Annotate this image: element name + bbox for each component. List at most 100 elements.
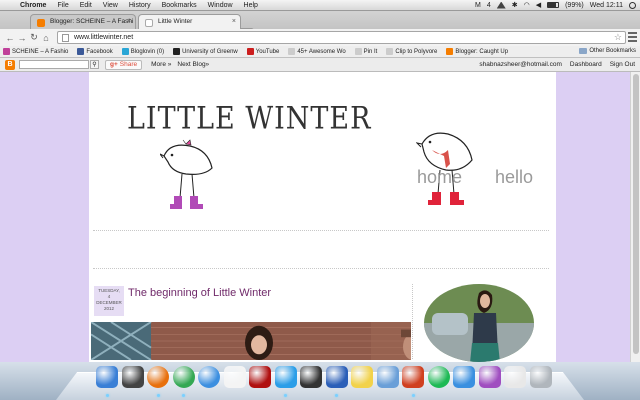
bookmark-university[interactable]: University of Greenw (173, 48, 238, 55)
bookmark-bloglovin[interactable]: Bloglovin (0) (121, 48, 164, 55)
menu-view[interactable]: View (103, 2, 118, 9)
profile-photo[interactable] (424, 284, 534, 362)
remote-desktop-icon[interactable] (402, 366, 424, 388)
page-icon (386, 48, 394, 55)
preview-icon[interactable] (376, 366, 399, 388)
wifi-icon[interactable]: ◠ (524, 1, 530, 9)
bookmark-blogger[interactable]: Blogger: Caught Up (446, 48, 508, 55)
status-initial[interactable]: M (475, 2, 481, 9)
volume-icon[interactable]: ◀ (536, 1, 541, 9)
post-year: 2012 (103, 306, 114, 311)
menu-bookmarks[interactable]: Bookmarks (162, 2, 197, 9)
back-icon[interactable]: ← (4, 33, 16, 43)
youtube-icon (246, 48, 254, 55)
photo-booth-icon[interactable] (249, 366, 271, 388)
menu-file[interactable]: File (57, 2, 68, 9)
post-title-link[interactable]: The beginning of Little Winter (128, 287, 271, 299)
running-indicator (156, 394, 160, 397)
tab-little-winter[interactable]: Little Winter × (138, 14, 241, 29)
tab-blogger[interactable]: Blogger: SCHEINE – A Fashi × (30, 14, 136, 29)
search-icon[interactable]: ⚲ (90, 60, 99, 69)
bookmark-polyvore[interactable]: Clip to Polyvore (386, 48, 437, 55)
bookmark-star-icon[interactable]: ☆ (614, 32, 622, 43)
blogger-icon (446, 48, 454, 55)
university-icon (173, 48, 181, 55)
running-indicator (411, 394, 415, 397)
battery-icon[interactable] (547, 2, 560, 8)
share-button[interactable]: g+ Share (105, 59, 143, 70)
bookmark-label: Pin It (363, 48, 378, 55)
blog-title[interactable]: LITTLE WINTER (127, 101, 371, 137)
bookmark-label: SCHEINE – A Fashio (12, 48, 69, 55)
time-machine-icon[interactable] (496, 1, 506, 9)
folder-icon (579, 48, 588, 54)
page-icon (288, 48, 296, 55)
dropbox-icon[interactable] (453, 366, 475, 388)
address-bar[interactable]: www.littlewinter.net ☆ (57, 31, 626, 44)
menu-icon[interactable] (628, 32, 637, 42)
dashboard-icon[interactable] (121, 366, 144, 388)
camera-icon[interactable] (300, 366, 322, 388)
running-indicator (105, 394, 109, 397)
tweetdeck-icon[interactable] (274, 366, 297, 388)
tab-label: Blogger: SCHEINE – A Fashi (50, 18, 134, 25)
forward-icon[interactable]: → (16, 33, 28, 43)
close-icon[interactable]: × (127, 18, 131, 25)
itunes-icon[interactable] (198, 366, 220, 388)
bookmark-label: University of Greenw (182, 48, 238, 55)
sign-out-link[interactable]: Sign Out (610, 61, 635, 68)
scrollbar-thumb[interactable] (633, 74, 639, 354)
left-bird-illustration (160, 139, 213, 209)
app-menu[interactable]: Chrome (20, 2, 46, 9)
nav-hello-link[interactable]: hello (495, 167, 533, 188)
bookmark-facebook[interactable]: Facebook (77, 48, 113, 55)
home-icon[interactable]: ⌂ (40, 33, 52, 43)
battery-percent: (99%) (565, 1, 584, 9)
user-email: shabnazsheer@hotmail.com (479, 61, 562, 68)
word-icon[interactable] (325, 366, 348, 388)
bookmark-label: Blogger: Caught Up (455, 48, 509, 55)
facebook-icon (77, 48, 85, 55)
mac-menu-bar: Chrome File Edit View History Bookmarks … (0, 0, 640, 11)
scheine-icon (3, 48, 10, 55)
blog-search-input[interactable] (19, 60, 89, 69)
bookmark-45-awesome[interactable]: 45+ Awesome Wo (288, 48, 346, 55)
tab-strip: Blogger: SCHEINE – A Fashi × Little Wint… (0, 11, 640, 37)
next-blog-link[interactable]: Next Blog» (177, 61, 209, 68)
other-bookmarks[interactable]: Other Bookmarks (579, 48, 636, 54)
itunes-store-icon[interactable] (478, 366, 501, 388)
mail-icon[interactable] (504, 366, 526, 388)
spotlight-icon[interactable] (629, 1, 636, 9)
scrollbar[interactable] (630, 72, 640, 362)
bookmark-label: Facebook (86, 48, 113, 55)
menu-help[interactable]: Help (244, 2, 258, 9)
menu-edit[interactable]: Edit (80, 2, 92, 9)
bookmark-scheine[interactable]: SCHEINE – A Fashio (3, 48, 68, 55)
post-photo[interactable] (91, 322, 411, 360)
menu-divider (93, 268, 549, 269)
bookmark-youtube[interactable]: YouTube (246, 48, 279, 55)
more-link[interactable]: More » (151, 61, 171, 68)
page-icon (62, 34, 69, 42)
firefox-icon[interactable] (147, 366, 169, 388)
bluetooth-icon[interactable]: ✱ (512, 1, 518, 9)
chrome-icon[interactable] (172, 366, 195, 388)
blogger-logo-icon[interactable]: B (5, 59, 15, 70)
spotify-icon[interactable] (427, 366, 450, 388)
menu-history[interactable]: History (129, 2, 151, 9)
ical-icon[interactable] (223, 366, 246, 388)
url-text: www.littlewinter.net (74, 34, 134, 41)
finder-icon[interactable] (96, 366, 118, 388)
stickies-icon[interactable] (351, 366, 373, 388)
nav-home-link[interactable]: home (417, 167, 462, 188)
sidebar-divider (412, 284, 413, 359)
share-label: Share (119, 61, 138, 68)
bookmark-pin-it[interactable]: Pin It (354, 48, 378, 55)
dashboard-link[interactable]: Dashboard (570, 61, 602, 68)
clock[interactable]: Wed 12:11 (590, 2, 623, 9)
status-num[interactable]: 4 (487, 2, 491, 9)
close-icon[interactable]: × (232, 18, 236, 25)
trash-icon[interactable] (529, 366, 552, 388)
reload-icon[interactable]: ↻ (28, 32, 40, 43)
menu-window[interactable]: Window (208, 2, 233, 9)
